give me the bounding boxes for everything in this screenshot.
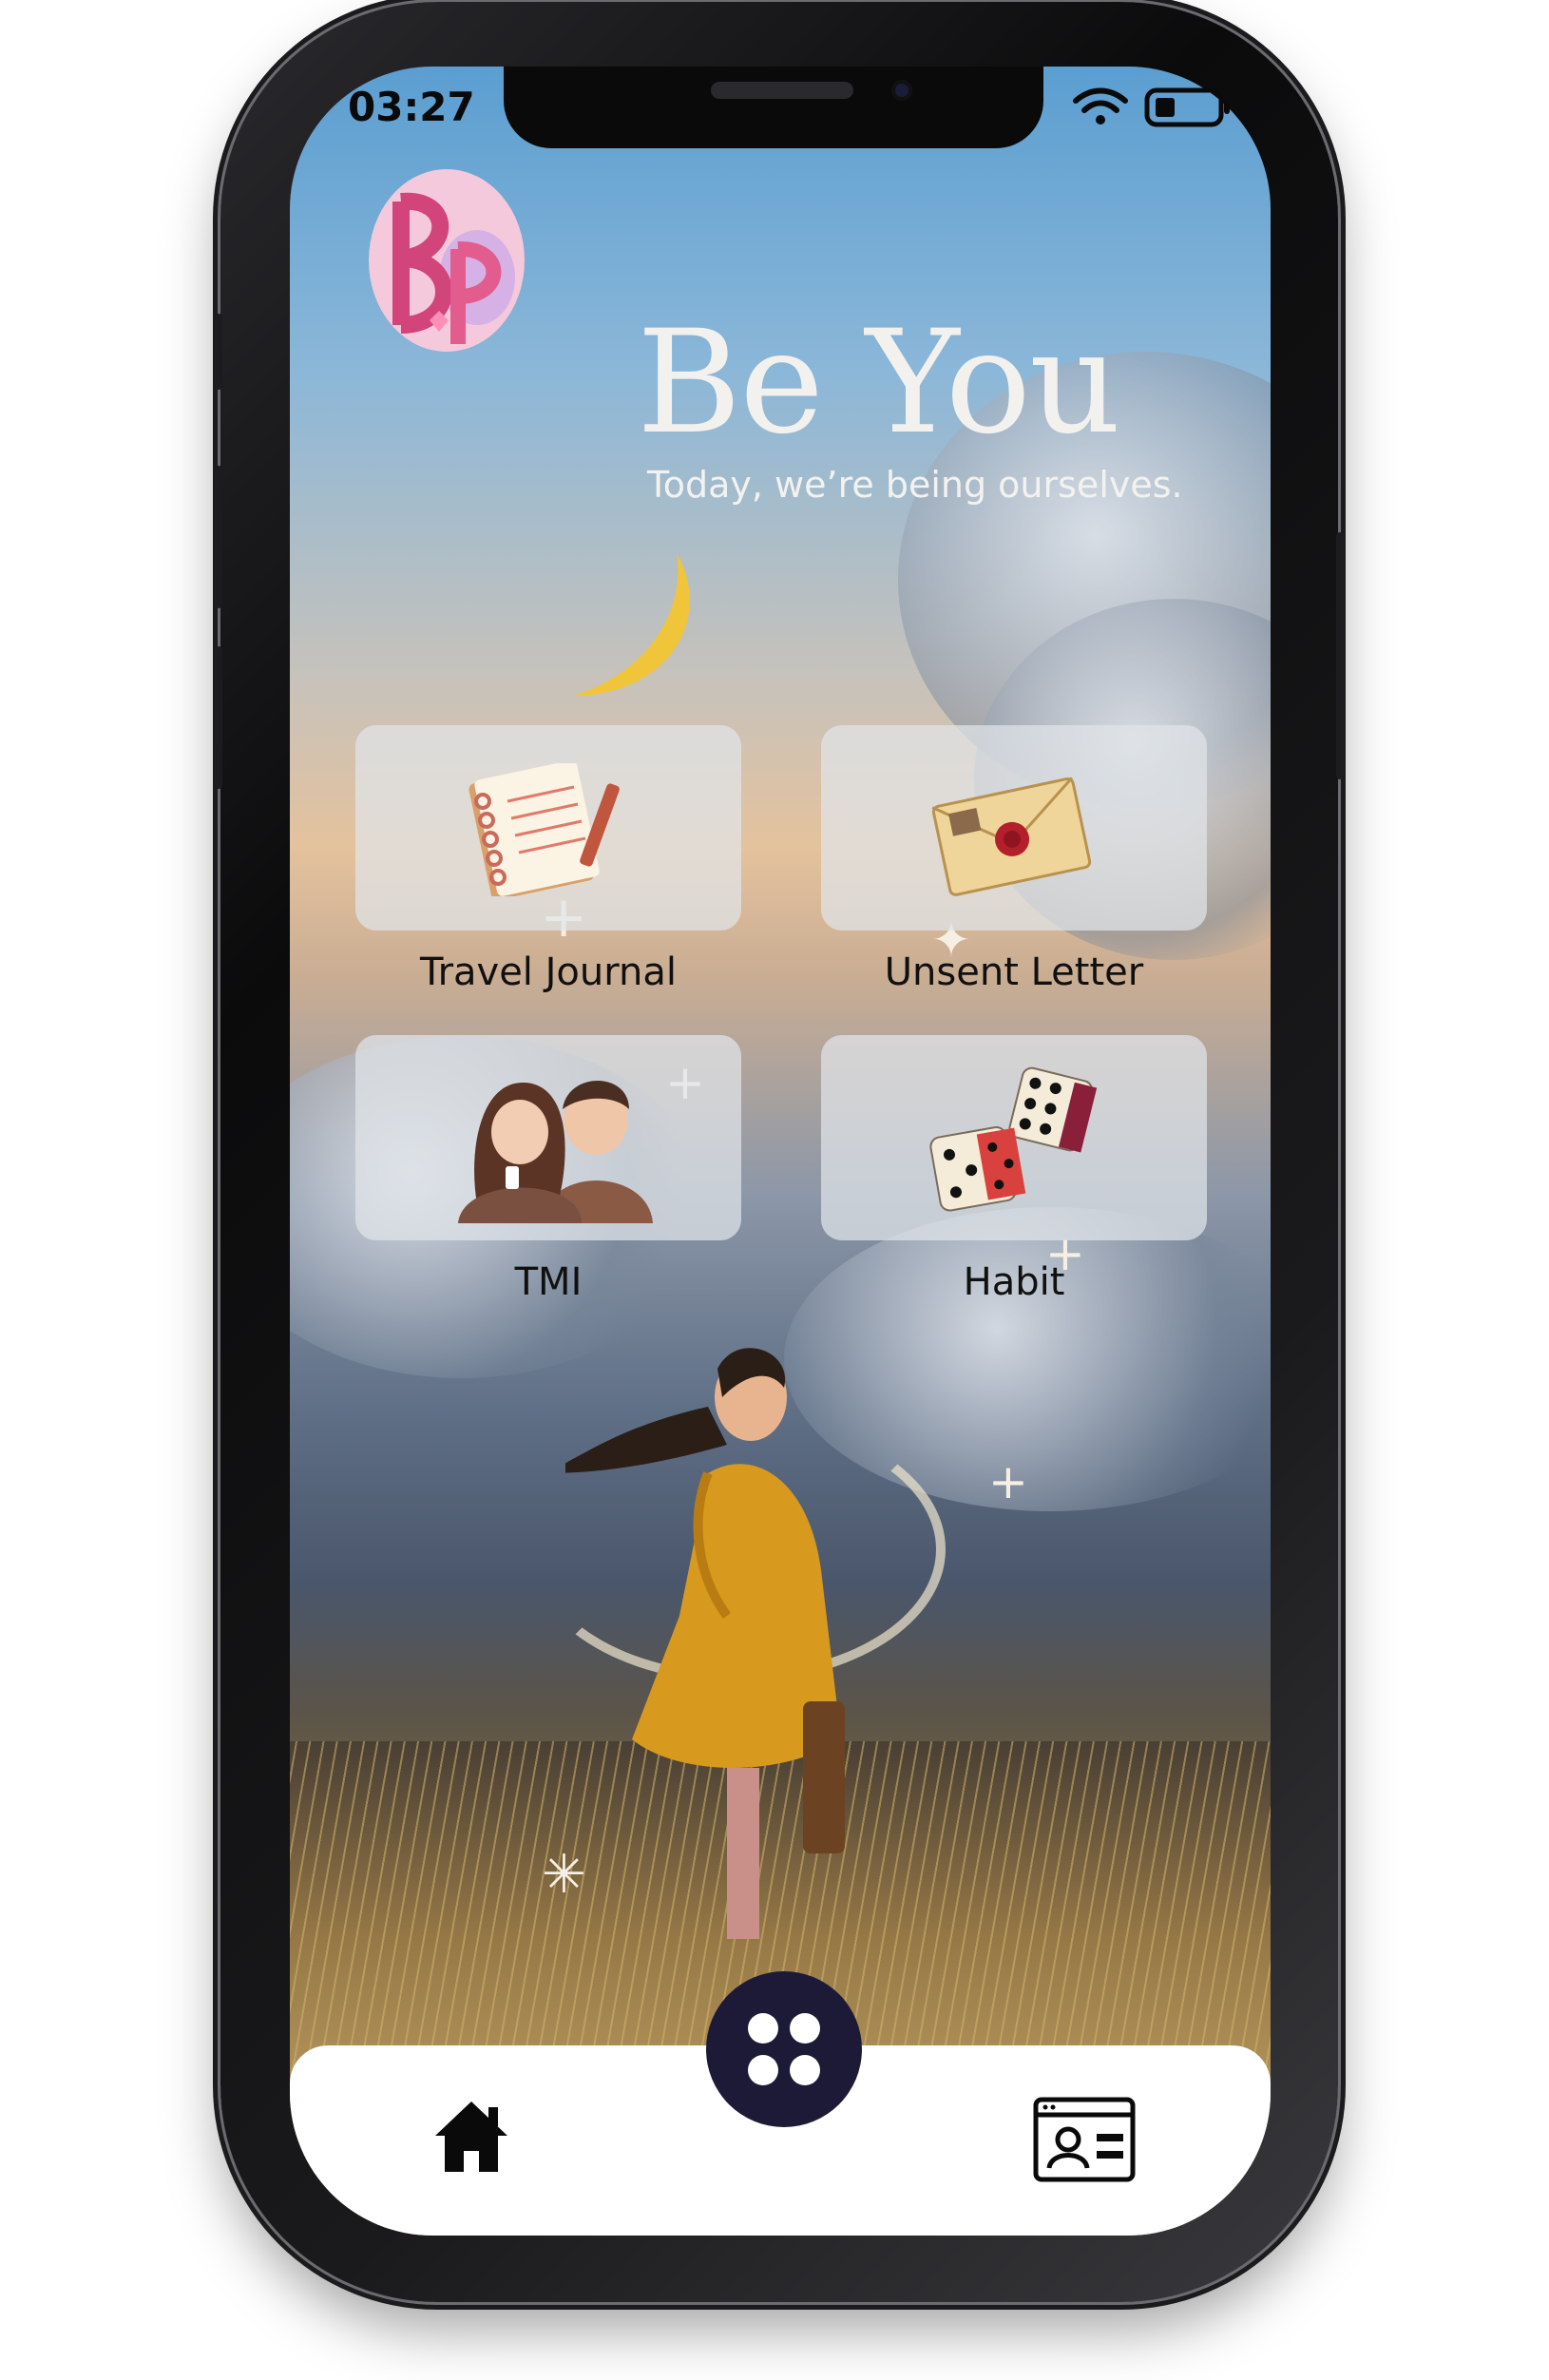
power-button bbox=[1336, 532, 1344, 779]
background-ribbon bbox=[290, 67, 537, 694]
bp-logo bbox=[369, 169, 525, 352]
envelope-icon bbox=[931, 777, 1092, 896]
home-icon[interactable] bbox=[431, 2096, 511, 2176]
travel-journal-tile[interactable] bbox=[355, 725, 741, 931]
unsent-letter-tile[interactable] bbox=[821, 725, 1207, 931]
girl-illustration bbox=[565, 1348, 845, 1939]
apps-menu-button[interactable] bbox=[706, 1971, 862, 2127]
four-dots-icon bbox=[748, 2013, 778, 2044]
sparkle: ✳ bbox=[542, 1844, 586, 1906]
page-title: Be You bbox=[637, 300, 1121, 466]
tmi-label: TMI bbox=[514, 1260, 583, 1304]
profile-card-icon[interactable] bbox=[1032, 2096, 1137, 2183]
notch bbox=[504, 67, 1043, 148]
notebook-icon bbox=[469, 763, 620, 896]
four-dots-icon-dot bbox=[790, 2055, 820, 2085]
mute-switch bbox=[215, 314, 222, 390]
habit-label: Habit bbox=[963, 1260, 1065, 1304]
front-camera bbox=[891, 80, 912, 101]
dice-icon bbox=[929, 1066, 1098, 1212]
page-subtitle: Today, we’re being ourselves. bbox=[647, 464, 1183, 506]
four-dots-icon-dot bbox=[748, 2055, 778, 2085]
crescent-moon bbox=[572, 553, 690, 696]
tmi-tile[interactable] bbox=[355, 1035, 741, 1240]
volume-up-button bbox=[215, 466, 222, 608]
status-time: 03:27 bbox=[348, 84, 475, 130]
volume-down-button bbox=[215, 646, 222, 789]
travel-journal-label: Travel Journal bbox=[420, 950, 677, 994]
earpiece-speaker bbox=[711, 82, 853, 99]
sparkle: + bbox=[988, 1454, 1028, 1509]
unsent-letter-label: Unsent Letter bbox=[884, 950, 1144, 994]
battery-icon bbox=[1144, 87, 1230, 127]
couple-icon bbox=[458, 1081, 653, 1223]
wifi-icon bbox=[1073, 87, 1128, 125]
four-dots-icon-dot bbox=[790, 2013, 820, 2044]
habit-tile[interactable] bbox=[821, 1035, 1207, 1240]
